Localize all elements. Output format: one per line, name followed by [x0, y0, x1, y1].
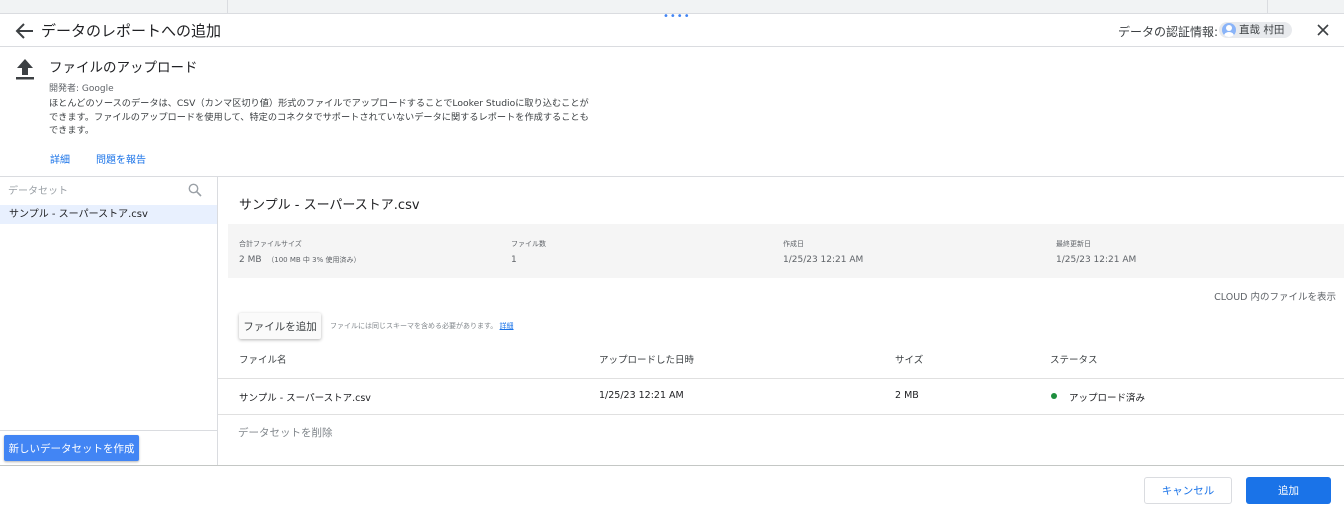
- file-name-cell: サンプル - スーパーストア.csv: [239, 393, 371, 404]
- close-icon[interactable]: [1316, 23, 1330, 37]
- sidebar-item-dataset[interactable]: サンプル - スーパーストア.csv: [0, 205, 217, 224]
- column-header-file-name[interactable]: ファイル名: [239, 352, 287, 366]
- total-size-value: 2 MB （100 MB 中 3% 使用済み）: [239, 255, 360, 265]
- dialog-title: データのレポートへの追加: [41, 22, 222, 40]
- connector-description: ほとんどのソースのデータは、CSV（カンマ区切り値）形式のファイルでアップロード…: [49, 98, 589, 136]
- delete-dataset-button[interactable]: データセットを削除: [238, 425, 333, 440]
- updated-value: 1/25/23 12:21 AM: [1056, 255, 1137, 265]
- avatar-icon: [1222, 23, 1236, 37]
- total-size-label: 合計ファイルサイズ: [239, 240, 302, 248]
- divider: [0, 430, 217, 431]
- search-icon[interactable]: [188, 183, 202, 197]
- upload-icon: [16, 59, 34, 80]
- column-header-status[interactable]: ステータス: [1050, 352, 1098, 366]
- tab-segment: [0, 0, 228, 14]
- view-in-cloud-link[interactable]: CLOUD 内のファイルを表示: [1214, 289, 1336, 303]
- status-cell: アップロード済み: [1069, 393, 1146, 404]
- uploaded-cell: 1/25/23 12:21 AM: [599, 390, 684, 401]
- column-header-size[interactable]: サイズ: [895, 352, 923, 366]
- add-button[interactable]: 追加: [1246, 477, 1331, 504]
- credentials-user-chip[interactable]: 直哉 村田: [1219, 22, 1292, 38]
- size-cell: 2 MB: [895, 390, 919, 401]
- divider: [218, 378, 1344, 379]
- dataset-detail-panel: サンプル - スーパーストア.csv 合計ファイルサイズ 2 MB （100 M…: [218, 177, 1344, 466]
- details-link[interactable]: 詳細: [50, 151, 70, 166]
- file-count-value: 1: [511, 255, 517, 265]
- connector-name: ファイルのアップロード: [49, 60, 198, 76]
- updated-label: 最終更新日: [1056, 240, 1091, 248]
- divider: [0, 465, 1344, 466]
- dataset-sidebar: サンプル - スーパーストア.csv 新しいデータセットを作成: [0, 177, 218, 466]
- create-dataset-button[interactable]: 新しいデータセットを作成: [4, 435, 139, 461]
- add-file-button[interactable]: ファイルを追加: [239, 313, 321, 339]
- created-value: 1/25/23 12:21 AM: [783, 255, 864, 265]
- credentials-label: データの認証情報:: [1117, 25, 1218, 39]
- dataset-title: サンプル - スーパーストア.csv: [239, 198, 420, 213]
- connector-developer: 開発者: Google: [49, 84, 114, 94]
- status-dot-icon: [1051, 393, 1057, 399]
- report-issue-link[interactable]: 問題を報告: [96, 151, 146, 166]
- back-arrow-icon[interactable]: [15, 22, 35, 40]
- dataset-stats: 合計ファイルサイズ 2 MB （100 MB 中 3% 使用済み） ファイル数 …: [228, 224, 1344, 278]
- created-label: 作成日: [783, 240, 804, 248]
- schema-note: ファイルには同じスキーマを含める必要があります。 詳細: [330, 321, 514, 331]
- dialog-header: データのレポートへの追加 データの認証情報: 直哉 村田: [0, 14, 1344, 47]
- divider: [218, 414, 1344, 415]
- schema-note-text: ファイルには同じスキーマを含める必要があります。: [330, 322, 498, 330]
- schema-details-link[interactable]: 詳細: [500, 322, 514, 330]
- dataset-search-input[interactable]: [8, 183, 178, 199]
- connector-info: ファイルのアップロード 開発者: Google ほとんどのソースのデータは、CS…: [0, 47, 1344, 177]
- tab-segment: [228, 0, 1268, 14]
- total-size-note: （100 MB 中 3% 使用済み）: [267, 256, 361, 264]
- file-count-label: ファイル数: [511, 240, 546, 248]
- cancel-button[interactable]: キャンセル: [1144, 477, 1232, 504]
- user-name: 直哉 村田: [1239, 24, 1285, 36]
- column-header-uploaded[interactable]: アップロードした日時: [599, 352, 694, 366]
- total-size-number: 2 MB: [239, 255, 262, 265]
